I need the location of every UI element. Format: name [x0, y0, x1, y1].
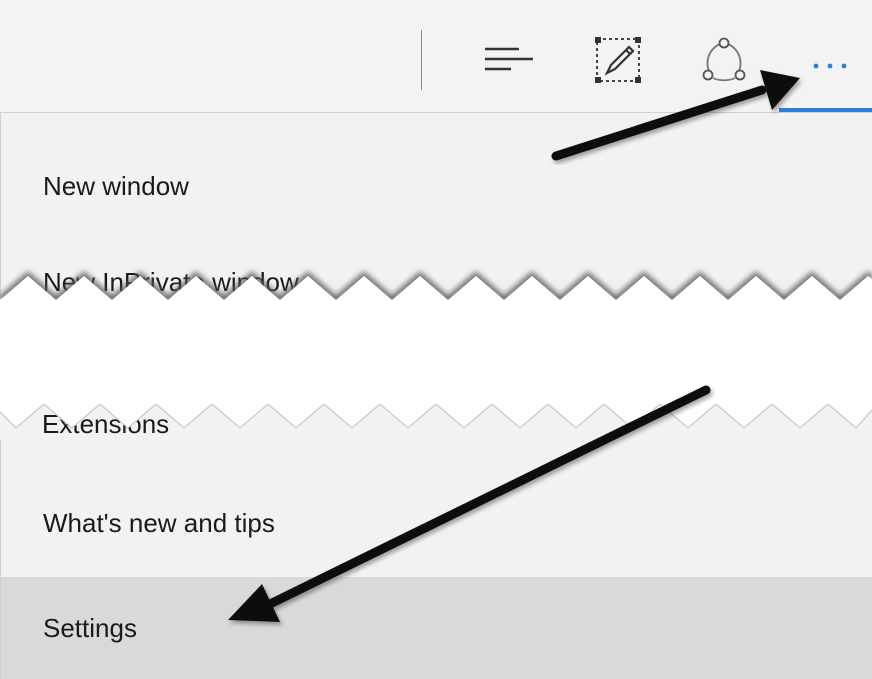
torn-gap — [0, 330, 872, 394]
make-web-note-button[interactable] — [588, 30, 648, 90]
menu-item-new-window[interactable]: New window — [1, 153, 872, 219]
menu-item-whats-new-and-tips[interactable]: What's new and tips — [1, 490, 872, 556]
browser-toolbar — [0, 0, 872, 112]
share-icon — [702, 37, 746, 82]
share-button[interactable] — [694, 30, 754, 90]
menu-item-label: What's new and tips — [43, 507, 275, 538]
more-actions-button[interactable] — [788, 26, 872, 106]
menu-item-label: New InPrivate window — [43, 266, 299, 297]
menu-item-label: New window — [43, 170, 189, 201]
web-note-pen-icon — [595, 37, 641, 83]
more-actions-menu-bottom: What's new and tips Settings — [0, 440, 872, 679]
more-actions-menu-top: New window New InPrivate window — [0, 112, 872, 297]
toolbar-divider — [421, 30, 422, 90]
menu-item-settings[interactable]: Settings — [1, 577, 872, 679]
reading-list-hub-button[interactable] — [478, 30, 538, 90]
menu-item-label: Settings — [43, 612, 137, 643]
menu-item-new-inprivate-window[interactable]: New InPrivate window — [1, 249, 872, 315]
menu-item-label: Extensions — [42, 408, 170, 439]
hub-icon — [485, 47, 533, 71]
ellipsis-icon — [813, 63, 847, 69]
